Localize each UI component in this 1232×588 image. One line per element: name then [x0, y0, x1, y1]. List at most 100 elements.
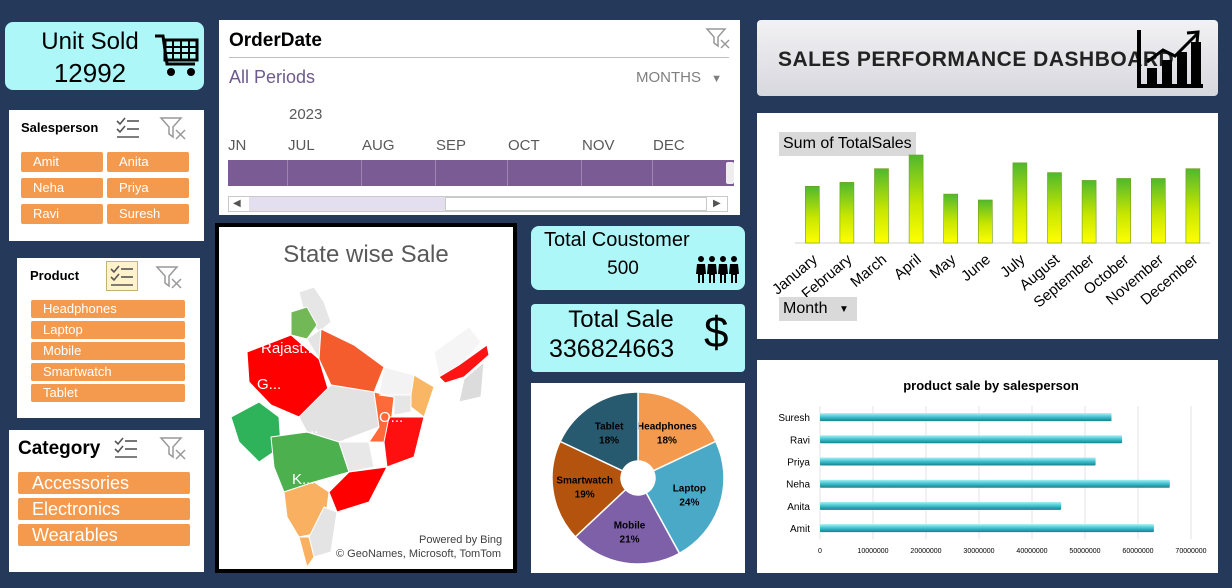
unit-sold-label: Unit Sold — [41, 28, 139, 55]
map-title: State wise Sale — [283, 241, 449, 268]
x-tick-label: 30000000 — [963, 548, 994, 555]
total-customer-card: Total Coustomer 500 — [531, 226, 745, 290]
month-tick-label: May — [927, 251, 960, 283]
timeline-resize-handle[interactable] — [726, 162, 734, 184]
month-tick-label: April — [891, 251, 925, 283]
month-bar — [908, 154, 924, 244]
x-tick-label: 60000000 — [1122, 548, 1153, 555]
timeline-level-dropdown[interactable]: MONTHS ▼ — [636, 69, 731, 86]
category-slicer: Category Accessories Electronics Wearabl… — [9, 430, 204, 572]
month-field-button[interactable]: Month ▼ — [779, 297, 857, 321]
cart-icon — [155, 34, 199, 76]
clear-filter-icon[interactable] — [705, 26, 731, 50]
timeline-month-nov: NOV — [582, 137, 615, 154]
slicer-item-electronics[interactable]: Electronics — [18, 498, 190, 520]
pie-percent: 21% — [620, 534, 640, 545]
slicer-item-mobile[interactable]: Mobile — [31, 342, 185, 360]
timeline-month-jul: JUL — [288, 137, 315, 154]
clear-filter-icon[interactable] — [159, 115, 187, 141]
timeline-month-jn: JN — [228, 137, 247, 154]
map-label-karnataka: K... — [292, 471, 315, 488]
timeline-divider — [229, 57, 729, 58]
total-customer-value: 500 — [607, 258, 639, 279]
slicer-item-neha[interactable]: Neha — [21, 178, 103, 198]
salesperson-bar — [820, 435, 1123, 444]
month-bar — [1150, 178, 1166, 244]
slicer-item-amit[interactable]: Amit — [21, 152, 103, 172]
map-state-bihar — [378, 366, 415, 396]
scrollbar-track-fill — [249, 197, 445, 211]
month-bar — [1047, 172, 1062, 244]
slicer-item-priya[interactable]: Priya — [107, 178, 189, 198]
timeline-month-dec: DEC — [653, 137, 685, 154]
x-tick-label: 10000000 — [857, 548, 888, 555]
timeline-month-oct: OCT — [508, 137, 540, 154]
scroll-left-icon[interactable]: ◀ — [233, 198, 241, 209]
x-tick-label: 40000000 — [1016, 548, 1047, 555]
scroll-right-icon[interactable]: ▶ — [713, 198, 721, 209]
clear-filter-icon[interactable] — [159, 435, 187, 461]
india-map[interactable] — [219, 267, 513, 567]
month-tick-label: June — [958, 251, 994, 285]
salesperson-slicer: Salesperson Amit Anita Neha Priya Ravi S… — [9, 110, 204, 241]
dashboard-title: SALES PERFORMANCE DASHBOARD — [778, 48, 1175, 71]
slicer-item-accessories[interactable]: Accessories — [18, 472, 190, 494]
salesperson-chart-title: product sale by salesperson — [903, 378, 1079, 393]
pie-label: Smartwatch — [556, 475, 613, 486]
category-slicer-title: Category — [18, 438, 101, 459]
total-sale-card: Total Sale 336824663 $ — [531, 304, 745, 372]
order-date-timeline: OrderDate All Periods MONTHS ▼ 2023 JN J… — [219, 20, 740, 215]
unit-sold-card: Unit Sold 12992 — [5, 22, 204, 90]
map-label-maharashtra: Ma... — [285, 420, 319, 437]
timeline-year: 2023 — [289, 106, 323, 123]
slicer-item-suresh[interactable]: Suresh — [107, 204, 189, 224]
timeline-title: OrderDate — [229, 30, 322, 51]
multi-select-icon[interactable] — [113, 435, 139, 461]
y-tick-label: Ravi — [790, 435, 810, 446]
y-tick-label: Neha — [786, 480, 810, 491]
salesperson-bar — [820, 457, 1096, 466]
slicer-item-wearables[interactable]: Wearables — [18, 524, 190, 546]
slicer-item-tablet[interactable]: Tablet — [31, 384, 185, 402]
chevron-down-icon: ▼ — [839, 304, 849, 315]
clear-filter-icon[interactable] — [155, 264, 183, 290]
salesperson-bar-plot[interactable]: product sale by salesperson 0 10000000 2000… — [757, 360, 1218, 573]
map-label-odisha: O... — [379, 409, 404, 426]
map-credit-bing: Powered by Bing — [419, 534, 503, 546]
timeline-scrollbar[interactable]: ◀ ▶ — [228, 196, 728, 212]
scrollbar-thumb[interactable] — [445, 197, 707, 211]
pie-chart[interactable]: Headphones 18% Laptop 24% Mobile 21% Smartwatc… — [531, 383, 745, 573]
unit-sold-value: 12992 — [53, 58, 127, 88]
dashboard-header: SALES PERFORMANCE DASHBOARD — [757, 20, 1218, 96]
month-tick-label: March — [847, 251, 890, 291]
month-bar — [1012, 162, 1028, 244]
pie-label: Mobile — [614, 520, 646, 531]
map-state-wb — [410, 374, 435, 418]
y-tick-label: Anita — [787, 502, 810, 513]
slicer-item-headphones[interactable]: Headphones — [31, 300, 185, 318]
slicer-item-ravi[interactable]: Ravi — [21, 204, 103, 224]
map-label-rajasthan: Rajast... — [261, 340, 317, 357]
month-bar — [1185, 168, 1201, 244]
month-bar — [874, 168, 889, 244]
slicer-item-smartwatch[interactable]: Smartwatch — [31, 363, 185, 381]
multi-select-icon[interactable] — [115, 115, 141, 141]
month-bar — [943, 193, 958, 244]
x-tick-label: 0 — [818, 548, 822, 555]
timeline-selection-bar[interactable] — [228, 160, 734, 186]
pie-label: Headphones — [637, 421, 697, 432]
multi-select-active-button[interactable] — [106, 261, 138, 291]
slicer-item-laptop[interactable]: Laptop — [31, 321, 185, 339]
slicer-item-anita[interactable]: Anita — [107, 152, 189, 172]
timeline-level-label: MONTHS — [636, 69, 701, 86]
salesperson-bar — [820, 479, 1170, 488]
product-pie-chart: Headphones 18% Laptop 24% Mobile 21% Smartwatc… — [531, 383, 745, 573]
product-slicer: Product Headphones Laptop Mobile Smartwa… — [17, 258, 200, 418]
month-bar — [978, 199, 993, 244]
timeline-month-sep: SEP — [436, 137, 467, 154]
x-tick-label: 70000000 — [1175, 548, 1206, 555]
chevron-down-icon: ▼ — [711, 73, 723, 85]
total-sale-label: Total Sale — [568, 306, 674, 333]
map-label-gujarat: G... — [257, 376, 282, 393]
pie-label: Laptop — [673, 484, 706, 495]
